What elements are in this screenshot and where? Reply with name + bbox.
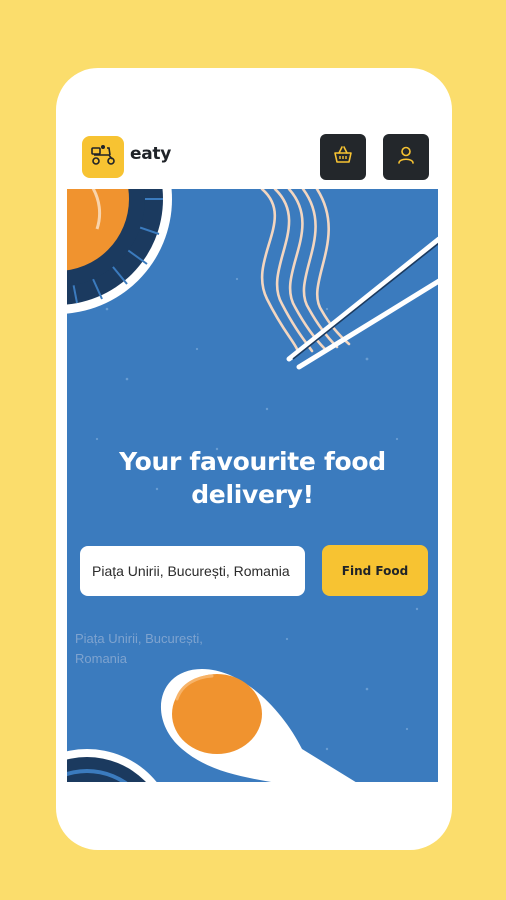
address-suggestion[interactable]: Piața Unirii, București, Romania — [75, 629, 245, 669]
user-icon — [396, 145, 416, 169]
app-header: eaty — [56, 68, 452, 188]
delivery-scooter-icon — [89, 143, 117, 171]
hero-headline: Your favourite food delivery! — [119, 447, 386, 509]
address-search-input[interactable] — [80, 546, 305, 596]
hero-banner: Your favourite food delivery! Find Food … — [67, 189, 438, 782]
phone-frame: eaty Your favourite food delivery! Piața… — [56, 68, 452, 850]
profile-button[interactable] — [383, 134, 429, 180]
cart-button[interactable] — [320, 134, 366, 180]
logo[interactable] — [82, 136, 124, 178]
basket-icon — [332, 145, 354, 169]
find-food-button[interactable]: Find Food — [322, 545, 428, 596]
brand-name: eaty — [130, 144, 172, 164]
